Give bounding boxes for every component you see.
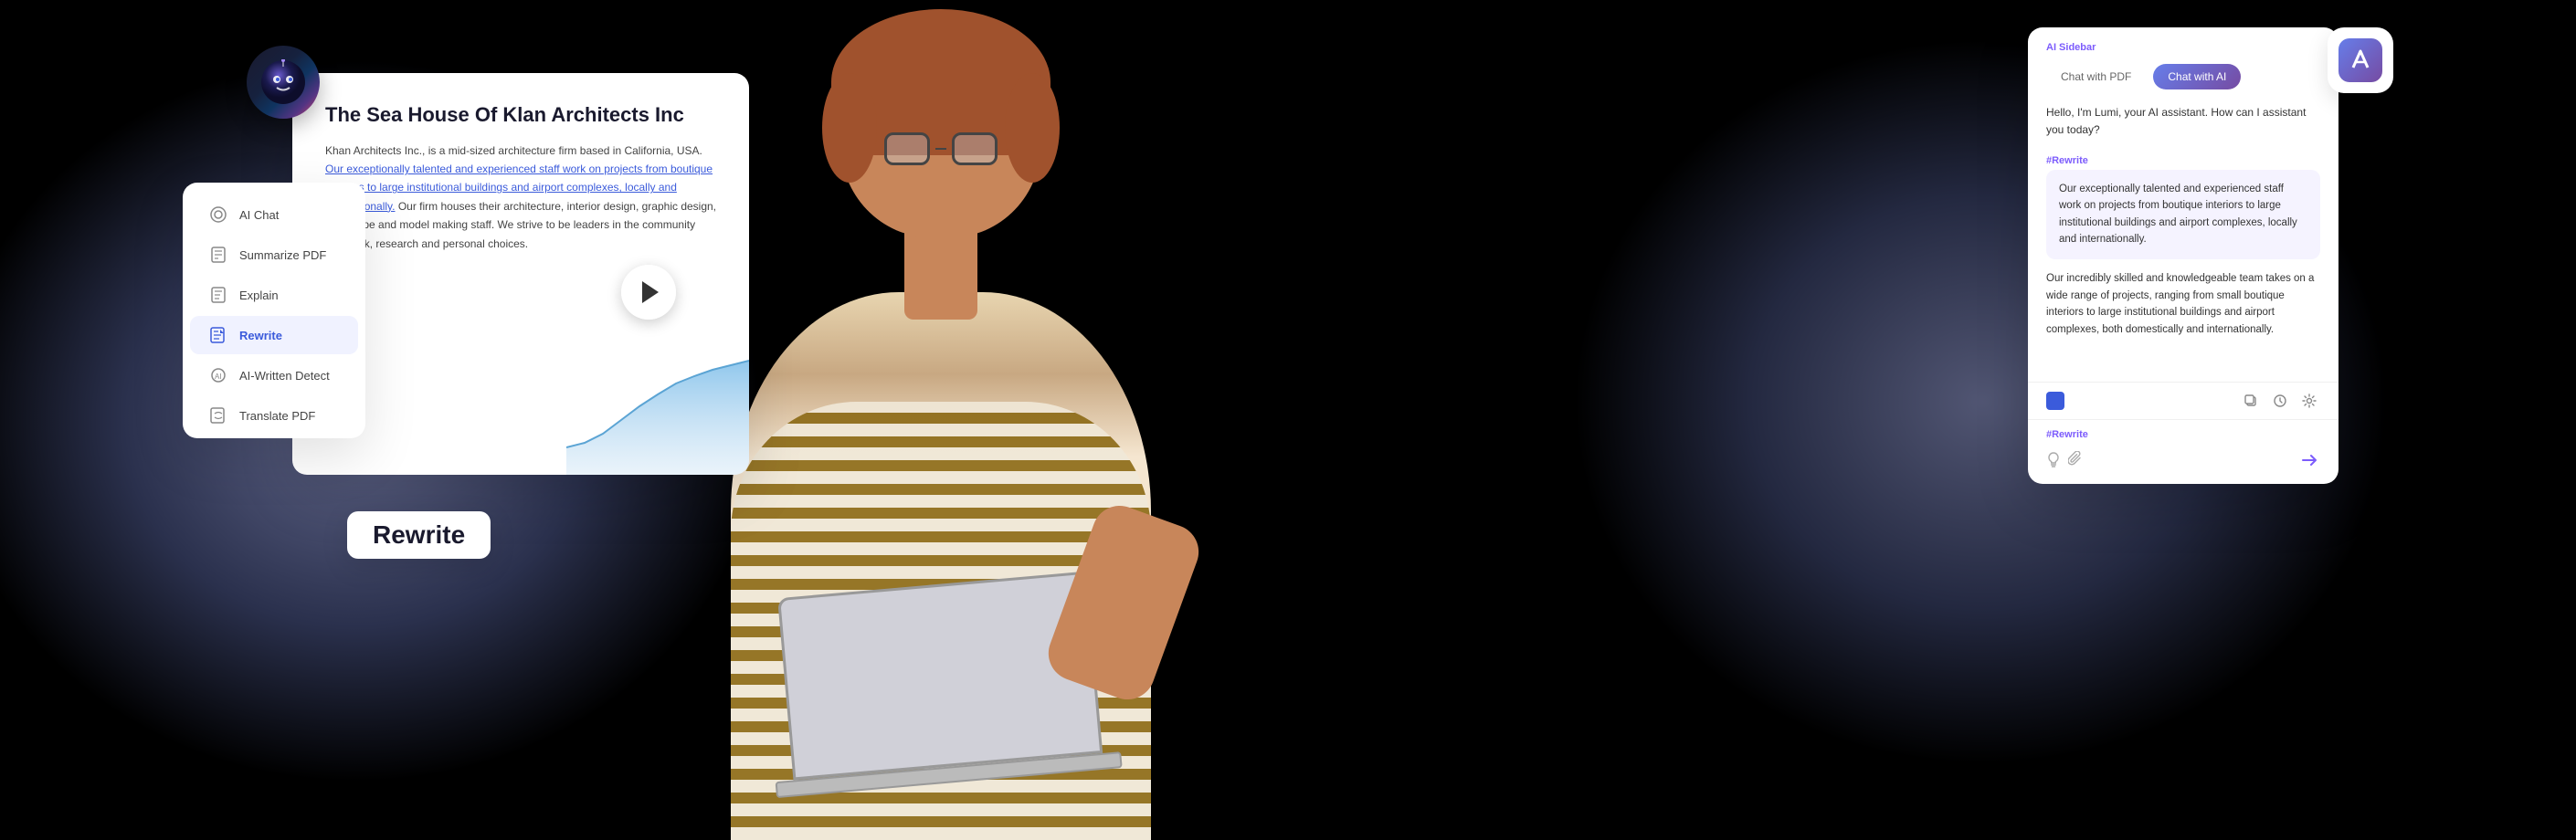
sidebar-label-translate-pdf: Translate PDF xyxy=(239,409,315,423)
copy-icon[interactable] xyxy=(2240,390,2262,412)
doc-title: The Sea House Of Klan Architects Inc xyxy=(325,102,716,129)
ai-sidebar-label: AI Sidebar xyxy=(2046,42,2320,53)
chat-greeting: Hello, I'm Lumi, your AI assistant. How … xyxy=(2046,104,2320,139)
sidebar-item-summarize-pdf[interactable]: Summarize PDF xyxy=(190,236,358,274)
lightbulb-icon[interactable] xyxy=(2046,451,2061,470)
sidebar-panel: AI Chat Summarize PDF Explain xyxy=(183,183,365,438)
chat-response: Our incredibly skilled and knowledgeable… xyxy=(2046,270,2320,340)
sidebar-label-rewrite: Rewrite xyxy=(239,329,282,342)
chat-tabs: Chat with PDF Chat with AI xyxy=(2046,64,2320,89)
doc-body: Khan Architects Inc., is a mid-sized arc… xyxy=(325,142,716,253)
chat-input-row xyxy=(2046,449,2320,471)
play-triangle-icon xyxy=(642,281,659,303)
sidebar-label-explain: Explain xyxy=(239,289,279,302)
rewrite-icon xyxy=(208,325,228,345)
sidebar-label-ai-chat: AI Chat xyxy=(239,208,279,222)
chat-footer: #Rewrite xyxy=(2028,419,2338,484)
rewrite-tag-1: #Rewrite xyxy=(2046,153,2320,170)
doc-body-text-1: Khan Architects Inc., is a mid-sized arc… xyxy=(325,144,702,157)
video-play-button[interactable] xyxy=(621,265,676,320)
ai-chat-icon xyxy=(208,205,228,225)
rewrite-tag-2: #Rewrite xyxy=(2046,429,2320,440)
attachment-icon[interactable] xyxy=(2068,451,2083,470)
sidebar-item-ai-chat[interactable]: AI Chat xyxy=(190,195,358,234)
blue-square-icon xyxy=(2046,392,2064,410)
ai-written-detect-icon: AI xyxy=(208,365,228,385)
sidebar-item-ai-written-detect[interactable]: AI AI-Written Detect xyxy=(190,356,358,394)
rewrite-floating-bubble: Rewrite xyxy=(347,511,491,559)
summarize-pdf-icon xyxy=(208,245,228,265)
chat-header: AI Sidebar Chat with PDF Chat with AI xyxy=(2028,27,2338,104)
app-logo xyxy=(2328,27,2393,93)
sidebar-item-rewrite[interactable]: Rewrite xyxy=(190,316,358,354)
tab-chat-ai[interactable]: Chat with AI xyxy=(2153,64,2241,89)
sidebar-label-summarize-pdf: Summarize PDF xyxy=(239,248,326,262)
robot-icon xyxy=(247,46,320,119)
translate-pdf-icon xyxy=(208,405,228,425)
sidebar-item-explain[interactable]: Explain xyxy=(190,276,358,314)
chat-panel: AI Sidebar Chat with PDF Chat with AI He… xyxy=(2028,27,2338,484)
chat-actions-bar xyxy=(2028,382,2338,419)
send-button[interactable] xyxy=(2298,449,2320,471)
sidebar-item-translate-pdf[interactable]: Translate PDF xyxy=(190,396,358,435)
settings-icon[interactable] xyxy=(2298,390,2320,412)
rewrite-bubble-label: Rewrite xyxy=(373,520,465,549)
explain-icon xyxy=(208,285,228,305)
tab-chat-pdf[interactable]: Chat with PDF xyxy=(2046,64,2146,89)
chat-body: Hello, I'm Lumi, your AI assistant. How … xyxy=(2028,104,2338,382)
app-logo-icon xyxy=(2338,38,2382,82)
svg-text:AI: AI xyxy=(215,373,222,381)
sidebar-label-ai-written-detect: AI-Written Detect xyxy=(239,369,330,383)
chat-bubble: Our exceptionally talented and experienc… xyxy=(2046,170,2320,259)
doc-chart xyxy=(566,356,749,475)
clock-icon[interactable] xyxy=(2269,390,2291,412)
